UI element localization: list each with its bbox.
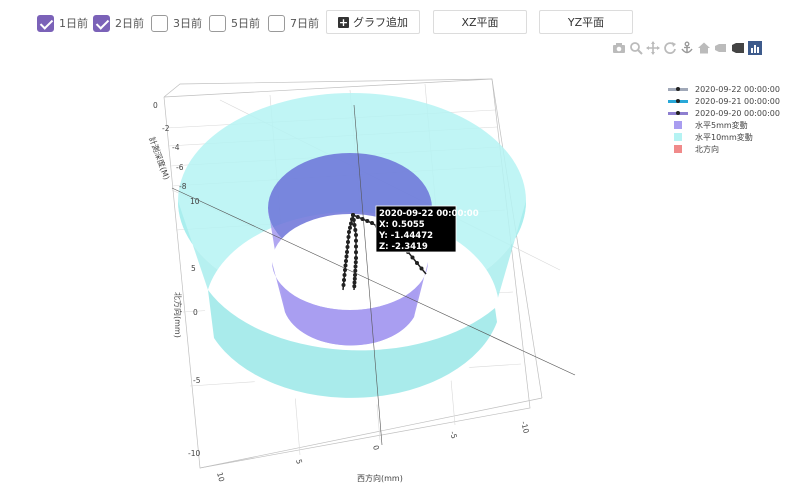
series-marker[interactable] <box>352 276 357 281</box>
z-tick: -6 <box>176 163 184 172</box>
series-marker[interactable] <box>343 263 348 268</box>
y-tick: 0 <box>193 308 198 317</box>
series-marker[interactable] <box>349 221 353 226</box>
z-tick: -2 <box>162 124 170 133</box>
series-marker[interactable] <box>342 273 347 277</box>
series-marker[interactable] <box>419 266 424 271</box>
series-marker[interactable] <box>354 256 358 260</box>
series-marker[interactable] <box>345 245 350 249</box>
y-tick: 10 <box>190 197 200 206</box>
series-marker[interactable] <box>415 261 419 265</box>
series-marker[interactable] <box>353 268 358 273</box>
z-tick: -4 <box>172 143 180 152</box>
z-tick: -8 <box>179 182 187 191</box>
series-marker[interactable] <box>346 235 351 239</box>
tooltip-x: X: 0.5055 <box>379 220 425 230</box>
series-marker[interactable] <box>348 225 352 230</box>
series-marker[interactable] <box>346 240 350 244</box>
series-marker[interactable] <box>353 273 357 277</box>
x-axis-ticks: 10 5 0 -5 -10 西方向(mm) <box>215 420 531 483</box>
x-tick: 10 <box>215 471 226 483</box>
series-marker[interactable] <box>351 213 355 217</box>
x-tick: -5 <box>448 430 459 440</box>
series-marker[interactable] <box>352 223 357 227</box>
series-marker[interactable] <box>343 268 347 272</box>
series-marker[interactable] <box>344 254 349 259</box>
series-marker[interactable] <box>344 259 348 263</box>
y-tick: -5 <box>193 376 201 385</box>
series-marker[interactable] <box>354 244 358 249</box>
tooltip-title: 2020-09-22 00:00:00 <box>379 209 479 219</box>
y-tick: 5 <box>191 264 196 273</box>
series-marker[interactable] <box>354 233 358 237</box>
tooltip-y: Y: -1.44472 <box>378 231 433 241</box>
z-tick: 0 <box>153 101 158 110</box>
series-marker[interactable] <box>354 250 358 255</box>
x-tick: 5 <box>294 458 304 465</box>
y-axis-title: 北方向(mm) <box>173 292 183 338</box>
series-marker[interactable] <box>342 278 346 282</box>
series-marker[interactable] <box>353 260 358 265</box>
series-marker[interactable] <box>365 219 370 223</box>
tooltip-z: Z: -2.3419 <box>379 242 428 252</box>
series-marker[interactable] <box>352 280 357 285</box>
series-marker[interactable] <box>353 228 358 232</box>
series-marker[interactable] <box>347 230 351 234</box>
y-tick: -10 <box>188 449 200 458</box>
series-marker[interactable] <box>341 283 346 287</box>
x-axis-title: 西方向(mm) <box>357 473 403 483</box>
series-marker[interactable] <box>353 264 358 269</box>
series-marker[interactable] <box>410 255 415 260</box>
series-marker[interactable] <box>370 221 374 225</box>
series-marker[interactable] <box>351 218 356 222</box>
x-tick: -10 <box>519 420 531 434</box>
series-marker[interactable] <box>360 217 365 221</box>
z-axis-ticks: 0 -2 -4 -6 -8 計測深度(M) <box>147 101 187 191</box>
series-marker[interactable] <box>345 250 349 254</box>
3d-scatter-plot[interactable]: 0 -2 -4 -6 -8 計測深度(M) 10 5 0 -5 -10 北方向(… <box>0 0 796 485</box>
series-marker[interactable] <box>355 215 360 219</box>
series-marker[interactable] <box>352 284 357 289</box>
scene-box-floor-edge <box>199 397 543 469</box>
series-marker[interactable] <box>354 238 358 243</box>
x-tick: 0 <box>371 444 381 451</box>
